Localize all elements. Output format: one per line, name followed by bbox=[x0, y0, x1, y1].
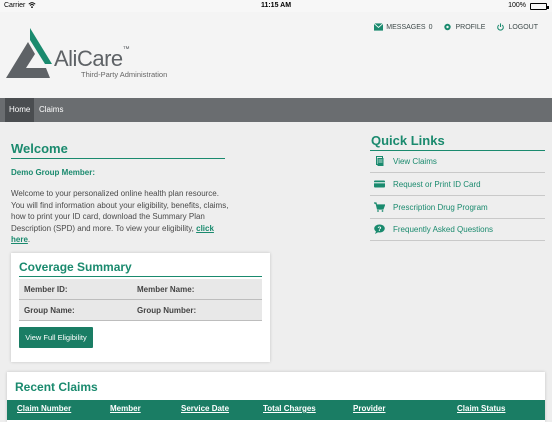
quick-link-faq[interactable]: ? Frequently Asked Questions bbox=[370, 219, 545, 241]
welcome-text: Welcome to your personalized online heal… bbox=[11, 189, 229, 245]
top-navigation: MESSAGES 0 PROFILE LOGOUT bbox=[374, 23, 538, 31]
coverage-summary-card: Coverage Summary Member ID: Member Name:… bbox=[11, 253, 270, 362]
coverage-divider bbox=[19, 276, 262, 277]
quick-link-id-card[interactable]: Request or Print ID Card bbox=[370, 174, 545, 196]
column-header-service-date[interactable]: Service Date bbox=[181, 404, 229, 413]
battery-percent: 100% bbox=[508, 2, 526, 9]
quick-links-heading: Quick Links bbox=[371, 133, 445, 148]
column-header-claim-number[interactable]: Claim Number bbox=[17, 404, 71, 413]
id-card-icon bbox=[374, 180, 385, 188]
power-icon bbox=[497, 23, 505, 31]
cart-icon bbox=[374, 202, 385, 212]
welcome-heading: Welcome bbox=[11, 141, 68, 156]
recent-claims-title: Recent Claims bbox=[15, 380, 98, 394]
member-name-label: Demo Group Member: bbox=[11, 168, 96, 177]
logout-link[interactable]: LOGOUT bbox=[496, 23, 538, 31]
welcome-divider bbox=[11, 158, 225, 159]
svg-text:?: ? bbox=[378, 226, 382, 233]
nav-home[interactable]: Home bbox=[5, 98, 35, 122]
nav-claims[interactable]: Claims bbox=[35, 98, 67, 122]
member-name-field-label: Member Name: bbox=[137, 285, 195, 294]
recent-claims-card: Recent Claims Claim Number Member Servic… bbox=[7, 372, 545, 422]
column-header-provider[interactable]: Provider bbox=[353, 404, 385, 413]
quick-link-label: Frequently Asked Questions bbox=[393, 225, 494, 234]
main-navbar: Home Claims bbox=[0, 98, 552, 122]
brand-tagline: Third-Party Administration bbox=[81, 70, 168, 79]
question-icon: ? bbox=[374, 224, 385, 234]
header: AliCare™ Third-Party Administration MESS… bbox=[0, 12, 552, 98]
status-bar: Carrier 11:15 AM 100% bbox=[0, 0, 552, 12]
battery-icon bbox=[530, 3, 549, 10]
gear-icon bbox=[444, 23, 452, 31]
alicare-logo-icon bbox=[6, 28, 52, 78]
quick-link-label: View Claims bbox=[393, 157, 437, 166]
coverage-row: Group Name: Group Number: bbox=[19, 300, 262, 321]
coverage-row: Member ID: Member Name: bbox=[19, 279, 262, 300]
claims-table-header: Claim Number Member Service Date Total C… bbox=[7, 400, 545, 420]
coverage-table: Member ID: Member Name: Group Name: Grou… bbox=[19, 279, 262, 321]
messages-link[interactable]: MESSAGES 0 bbox=[374, 23, 432, 31]
document-icon bbox=[376, 156, 384, 166]
column-header-total-charges[interactable]: Total Charges bbox=[263, 404, 316, 413]
profile-link[interactable]: PROFILE bbox=[443, 23, 485, 31]
brand-name: AliCare™ bbox=[54, 46, 130, 71]
group-number-label: Group Number: bbox=[137, 306, 197, 315]
member-id-label: Member ID: bbox=[24, 285, 68, 294]
column-header-claim-status[interactable]: Claim Status bbox=[457, 404, 505, 413]
coverage-title: Coverage Summary bbox=[19, 260, 132, 274]
quick-link-label: Request or Print ID Card bbox=[393, 180, 481, 189]
column-header-member[interactable]: Member bbox=[110, 404, 141, 413]
quick-link-view-claims[interactable]: View Claims bbox=[370, 151, 545, 173]
clock: 11:15 AM bbox=[260, 2, 292, 9]
envelope-icon bbox=[374, 23, 384, 31]
view-full-eligibility-button[interactable]: View Full Eligibility bbox=[19, 327, 93, 348]
group-name-label: Group Name: bbox=[24, 306, 75, 315]
quick-link-prescription[interactable]: Prescription Drug Program bbox=[370, 197, 545, 219]
quick-link-label: Prescription Drug Program bbox=[393, 203, 488, 212]
